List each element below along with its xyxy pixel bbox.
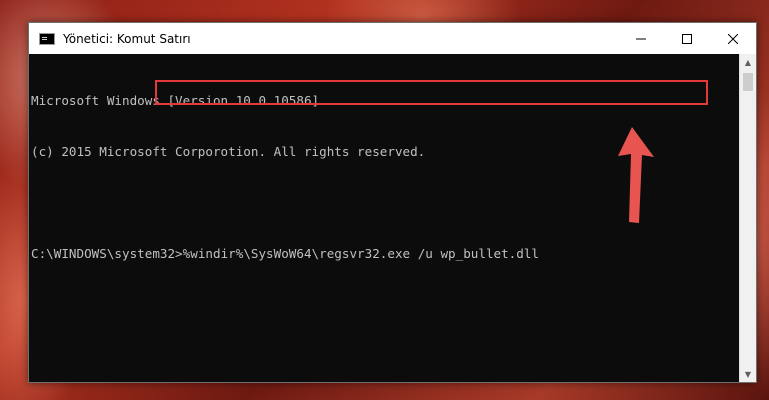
prompt-text: C:\WINDOWS\system32> [31, 246, 183, 261]
title-bar[interactable]: Yönetici: Komut Satırı [29, 23, 756, 54]
red-arrow-icon [618, 127, 654, 223]
command-line[interactable]: C:\WINDOWS\system32>%windir%\SysWoW64\re… [31, 245, 739, 262]
close-icon [728, 33, 738, 44]
maximize-button[interactable] [664, 23, 710, 54]
minimize-button[interactable] [618, 23, 664, 54]
scroll-down-arrow-icon[interactable]: ▼ [740, 366, 756, 382]
close-button[interactable] [710, 23, 756, 54]
cmd-icon [39, 32, 55, 45]
command-text[interactable]: %windir%\SysWoW64\regsvr32.exe /u wp_bul… [183, 246, 539, 261]
window-title: Yönetici: Komut Satırı [63, 31, 191, 46]
window-controls [618, 23, 756, 54]
scroll-up-arrow-icon[interactable]: ▲ [740, 54, 756, 70]
minimize-icon [636, 38, 646, 39]
maximize-icon [682, 33, 692, 44]
scrollbar-thumb[interactable] [743, 73, 753, 91]
vertical-scrollbar[interactable]: ▲ ▼ [739, 54, 756, 382]
console-line-version: Microsoft Windows [Version 10.0.10586] [31, 93, 320, 108]
